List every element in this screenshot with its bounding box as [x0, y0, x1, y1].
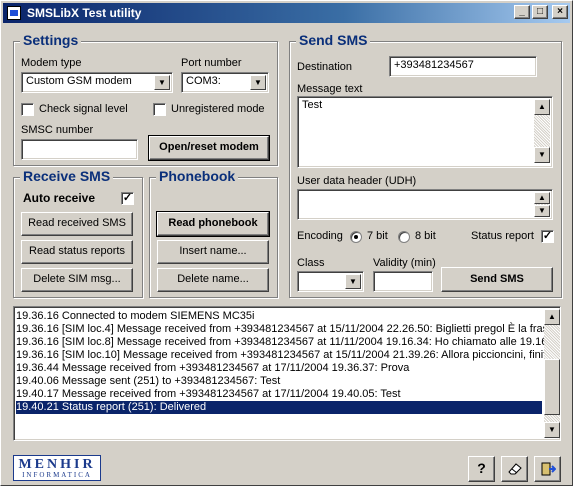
smsc-label: SMSC number	[21, 124, 94, 136]
read-phonebook-button[interactable]: Read phonebook	[156, 211, 270, 237]
menhir-logo: MENHIR INFORMATICA	[13, 455, 101, 481]
destination-label: Destination	[297, 61, 353, 73]
port-select[interactable]: COM3: ▼	[181, 72, 269, 93]
message-text-value: Test	[302, 99, 323, 111]
insert-name-button[interactable]: Insert name...	[157, 240, 269, 264]
scroll-thumb[interactable]	[544, 359, 560, 415]
read-received-sms-button[interactable]: Read received SMS	[21, 212, 133, 236]
port-label: Port number	[181, 57, 242, 69]
eraser-icon	[507, 463, 522, 475]
encoding-8bit-label: 8 bit	[415, 230, 436, 242]
validity-input[interactable]	[373, 271, 433, 292]
check-signal-checkbox[interactable]	[21, 103, 34, 116]
message-scrollbar[interactable]: ▲ ▼	[534, 99, 550, 163]
log-line[interactable]: 19.40.17 Message received from +39348123…	[16, 388, 542, 401]
send-sms-button[interactable]: Send SMS	[441, 267, 553, 292]
chevron-down-icon[interactable]: ▼	[345, 274, 361, 289]
log-list[interactable]: 19.36.16 Connected to modem SIEMENS MC35…	[13, 306, 561, 441]
unregistered-label: Unregistered mode	[171, 103, 265, 115]
help-icon: ?	[477, 460, 486, 476]
scroll-down-icon[interactable]: ▼	[534, 147, 550, 163]
settings-title: Settings	[20, 32, 82, 48]
phonebook-title: Phonebook	[156, 168, 239, 184]
title-bar[interactable]: SMSLibX Test utility _ □ ×	[3, 3, 570, 23]
delete-name-button[interactable]: Delete name...	[157, 268, 269, 292]
window-title: SMSLibX Test utility	[27, 6, 142, 20]
status-report-checkbox[interactable]: ✓	[541, 230, 554, 243]
scroll-down-icon[interactable]: ▼	[544, 422, 560, 438]
port-value: COM3:	[186, 75, 221, 87]
scroll-up-icon[interactable]: ▲	[534, 99, 550, 115]
udh-scrollbar[interactable]: ▲ ▼	[534, 192, 550, 217]
exit-icon	[541, 462, 556, 476]
minimize-icon[interactable]: _	[514, 5, 530, 19]
encoding-7bit-radio[interactable]	[350, 231, 362, 243]
log-line[interactable]: 19.40.06 Message sent (251) to +39348123…	[16, 375, 542, 388]
message-text-label: Message text	[297, 83, 363, 95]
log-line[interactable]: 19.36.16 [SIM loc.4] Message received fr…	[16, 323, 548, 336]
class-select[interactable]: ▼	[297, 271, 364, 292]
class-label: Class	[297, 257, 325, 269]
destination-input[interactable]: +393481234567	[389, 56, 537, 77]
auto-receive-checkbox[interactable]: ✓	[121, 192, 134, 205]
udh-input[interactable]: ▲ ▼	[297, 189, 553, 220]
close-icon[interactable]: ×	[552, 5, 568, 19]
check-signal-label: Check signal level	[39, 103, 128, 115]
modem-type-value: Custom GSM modem	[26, 75, 132, 87]
log-scrollbar[interactable]: ▲ ▼	[544, 309, 560, 438]
help-button[interactable]: ?	[468, 456, 495, 482]
encoding-8bit-radio[interactable]	[398, 231, 410, 243]
log-line[interactable]: 19.36.16 Connected to modem SIEMENS MC35…	[16, 310, 542, 323]
chevron-down-icon[interactable]: ▼	[250, 75, 266, 90]
log-line[interactable]: 19.36.44 Message received from +39348123…	[16, 362, 542, 375]
udh-label: User data header (UDH)	[297, 175, 417, 187]
send-title: Send SMS	[296, 32, 371, 48]
validity-label: Validity (min)	[373, 257, 436, 269]
modem-type-label: Modem type	[21, 57, 82, 69]
message-text-area[interactable]: Test ▲ ▼	[297, 96, 553, 168]
clear-log-button[interactable]	[501, 456, 528, 482]
log-line[interactable]: 19.36.16 [SIM loc.10] Message received f…	[16, 349, 546, 362]
read-status-reports-button[interactable]: Read status reports	[21, 240, 133, 264]
log-line[interactable]: 19.40.21 Status report (251): Delivered	[16, 401, 542, 414]
scroll-up-icon[interactable]: ▲	[544, 309, 560, 325]
maximize-icon[interactable]: □	[532, 5, 548, 19]
app-icon	[7, 6, 21, 20]
exit-button[interactable]	[534, 456, 561, 482]
scroll-down-icon[interactable]: ▼	[534, 205, 550, 217]
auto-receive-label: Auto receive	[23, 191, 96, 205]
log-line[interactable]: 19.36.16 [SIM loc.8] Message received fr…	[16, 336, 547, 349]
chevron-down-icon[interactable]: ▼	[154, 75, 170, 90]
smsc-input[interactable]	[21, 139, 138, 160]
status-report-label: Status report	[471, 230, 534, 242]
logo-line2: INFORMATICA	[22, 471, 92, 479]
app-window: SMSLibX Test utility _ □ × Settings Mode…	[0, 0, 573, 486]
unregistered-checkbox[interactable]	[153, 103, 166, 116]
delete-sim-msg-button[interactable]: Delete SIM msg...	[21, 268, 133, 292]
open-reset-modem-button[interactable]: Open/reset modem	[148, 135, 270, 161]
encoding-7bit-label: 7 bit	[367, 230, 388, 242]
scroll-up-icon[interactable]: ▲	[534, 192, 550, 204]
receive-title: Receive SMS	[20, 168, 114, 184]
encoding-label: Encoding	[297, 230, 343, 242]
modem-type-select[interactable]: Custom GSM modem ▼	[21, 72, 173, 93]
